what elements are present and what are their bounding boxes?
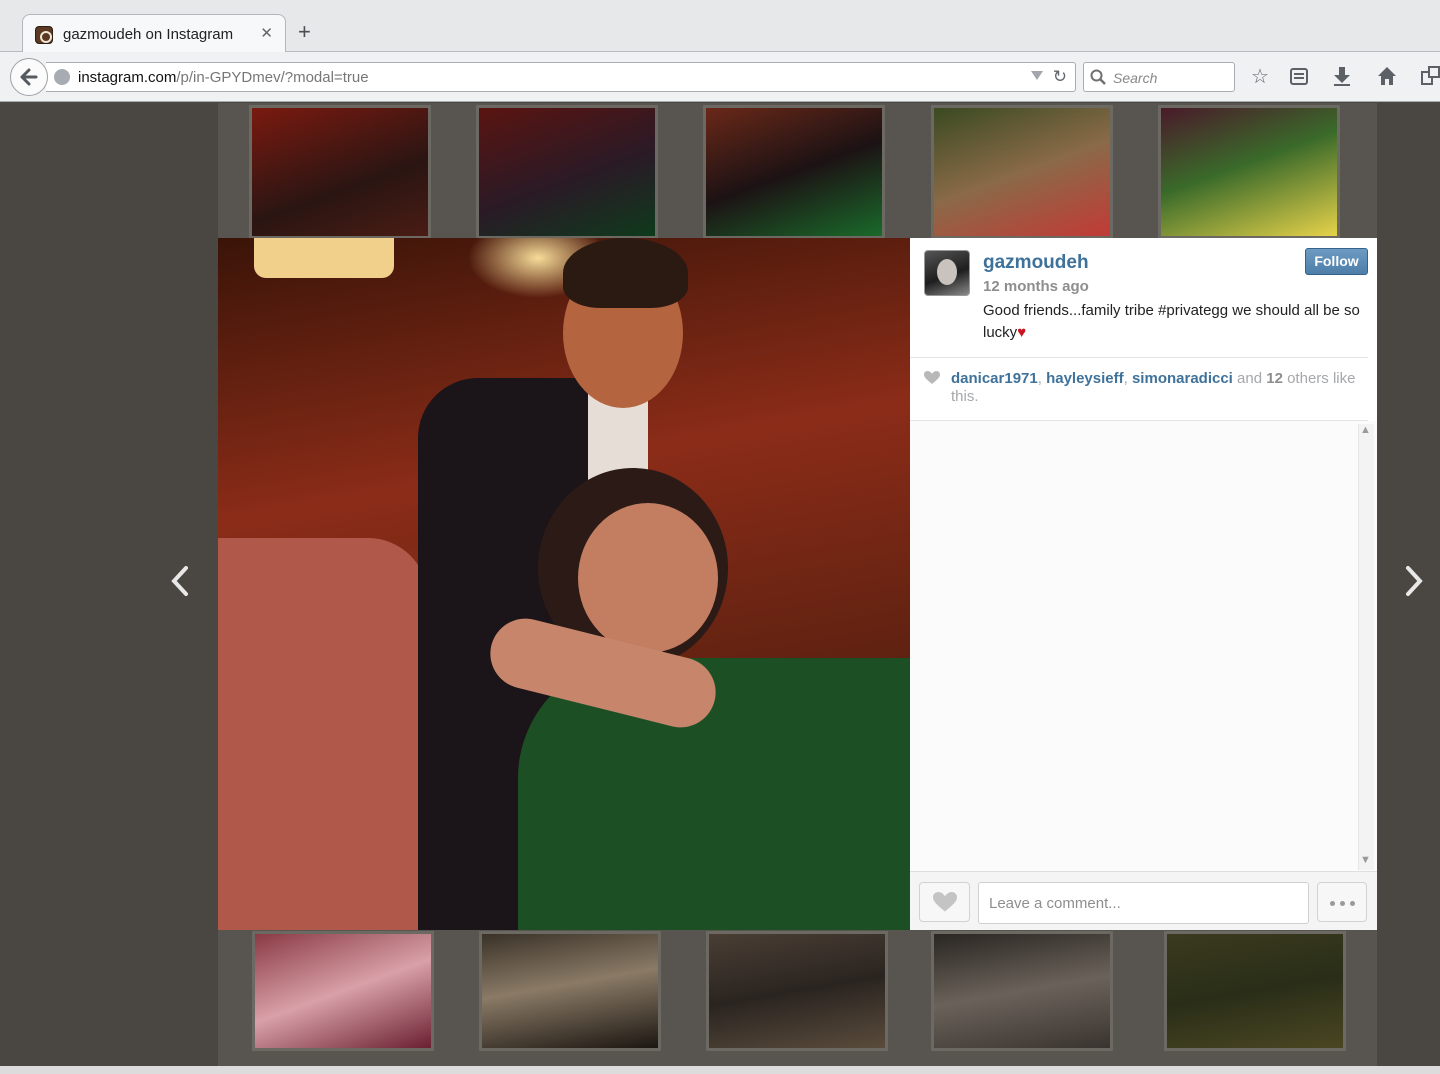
caption-text: Good friends...family tribe #privategg w…	[983, 302, 1360, 341]
url-host: instagram.com	[78, 69, 177, 86]
grid-thumbnail[interactable]	[476, 105, 658, 239]
search-bar[interactable]: Search	[1083, 62, 1235, 92]
comments-list[interactable]	[910, 421, 1377, 871]
post-details-panel: gazmoudeh 12 months ago Follow Good frie…	[910, 238, 1377, 930]
likes-separator: ,	[1037, 370, 1047, 387]
grid-thumbnail[interactable]	[706, 931, 888, 1051]
comment-footer	[910, 871, 1377, 930]
reading-list-icon[interactable]	[1290, 66, 1308, 86]
browser-tab[interactable]: gazmoudeh on Instagram ✕	[22, 14, 286, 52]
photo-man-hair	[563, 238, 688, 308]
likes-separator: ,	[1123, 370, 1132, 387]
new-tab-button[interactable]: +	[298, 18, 311, 46]
red-heart-emoji: ♥	[1017, 324, 1027, 341]
search-placeholder: Search	[1113, 70, 1158, 86]
reload-icon[interactable]: ↻	[1053, 67, 1067, 87]
likes-and-text: and	[1232, 370, 1267, 387]
likes-summary: danicar1971, hayleysieff, simonaradicci …	[951, 370, 1363, 406]
star-icon[interactable]: ☆	[1251, 65, 1269, 89]
dropdown-icon[interactable]	[1031, 71, 1043, 80]
more-icon	[1350, 901, 1355, 906]
photo-lamp	[254, 238, 394, 278]
post-timestamp[interactable]: 12 months ago	[983, 278, 1089, 295]
home-icon[interactable]	[1377, 66, 1397, 86]
grid-thumbnail[interactable]	[931, 105, 1113, 239]
grid-thumbnail[interactable]	[249, 105, 431, 239]
grid-thumbnail[interactable]	[1164, 931, 1346, 1051]
chevron-right-icon[interactable]	[1404, 565, 1424, 597]
url-text[interactable]: instagram.com/p/in-GPYDmev/?modal=true	[78, 69, 369, 86]
heart-icon	[924, 371, 940, 384]
scroll-up-arrow-icon[interactable]: ▲	[1360, 424, 1371, 436]
tab-title: gazmoudeh on Instagram	[63, 26, 234, 43]
post-caption: Good friends...family tribe #privategg w…	[983, 300, 1363, 344]
globe-icon	[54, 69, 70, 85]
liker-link[interactable]: danicar1971	[951, 370, 1038, 387]
grid-thumbnail[interactable]	[252, 931, 434, 1051]
scroll-down-arrow-icon[interactable]: ▼	[1360, 854, 1371, 866]
liker-link[interactable]: hayleysieff	[1046, 370, 1124, 387]
share-icon[interactable]	[1421, 66, 1440, 86]
download-icon[interactable]	[1333, 66, 1351, 86]
url-path: /p/in-GPYDmev/?modal=true	[176, 69, 369, 86]
photo-woman-face	[578, 503, 718, 653]
divider	[910, 357, 1368, 358]
avatar[interactable]	[924, 250, 970, 296]
heart-icon	[933, 892, 957, 912]
likes-others-count[interactable]: 12	[1266, 370, 1283, 387]
post-username[interactable]: gazmoudeh	[983, 252, 1089, 274]
chevron-left-icon[interactable]	[170, 565, 190, 597]
back-arrow-icon	[20, 68, 38, 86]
comments-scrollbar[interactable]	[1358, 424, 1374, 870]
more-options-button[interactable]	[1317, 882, 1367, 922]
nav-bar: instagram.com/p/in-GPYDmev/?modal=true ↻…	[0, 52, 1440, 102]
liker-link[interactable]: simonaradicci	[1132, 370, 1233, 387]
tab-bar: gazmoudeh on Instagram ✕ +	[0, 0, 1440, 52]
grid-thumbnail[interactable]	[703, 105, 885, 239]
back-button[interactable]	[10, 58, 48, 96]
grid-thumbnail[interactable]	[479, 931, 661, 1051]
follow-button[interactable]: Follow	[1305, 248, 1368, 275]
status-bar	[0, 1066, 1440, 1074]
address-bar[interactable]: instagram.com/p/in-GPYDmev/?modal=true ↻	[46, 62, 1076, 92]
grid-thumbnail[interactable]	[1158, 105, 1340, 239]
tab-close-icon[interactable]: ✕	[260, 24, 273, 42]
more-icon	[1340, 901, 1345, 906]
post-photo[interactable]	[218, 238, 910, 930]
grid-thumbnail[interactable]	[931, 931, 1113, 1051]
search-icon	[1090, 69, 1106, 85]
comment-input[interactable]	[978, 882, 1309, 924]
like-button[interactable]	[919, 882, 970, 922]
photo-cushion	[218, 538, 428, 930]
more-icon	[1330, 901, 1335, 906]
instagram-favicon-icon	[35, 26, 53, 44]
